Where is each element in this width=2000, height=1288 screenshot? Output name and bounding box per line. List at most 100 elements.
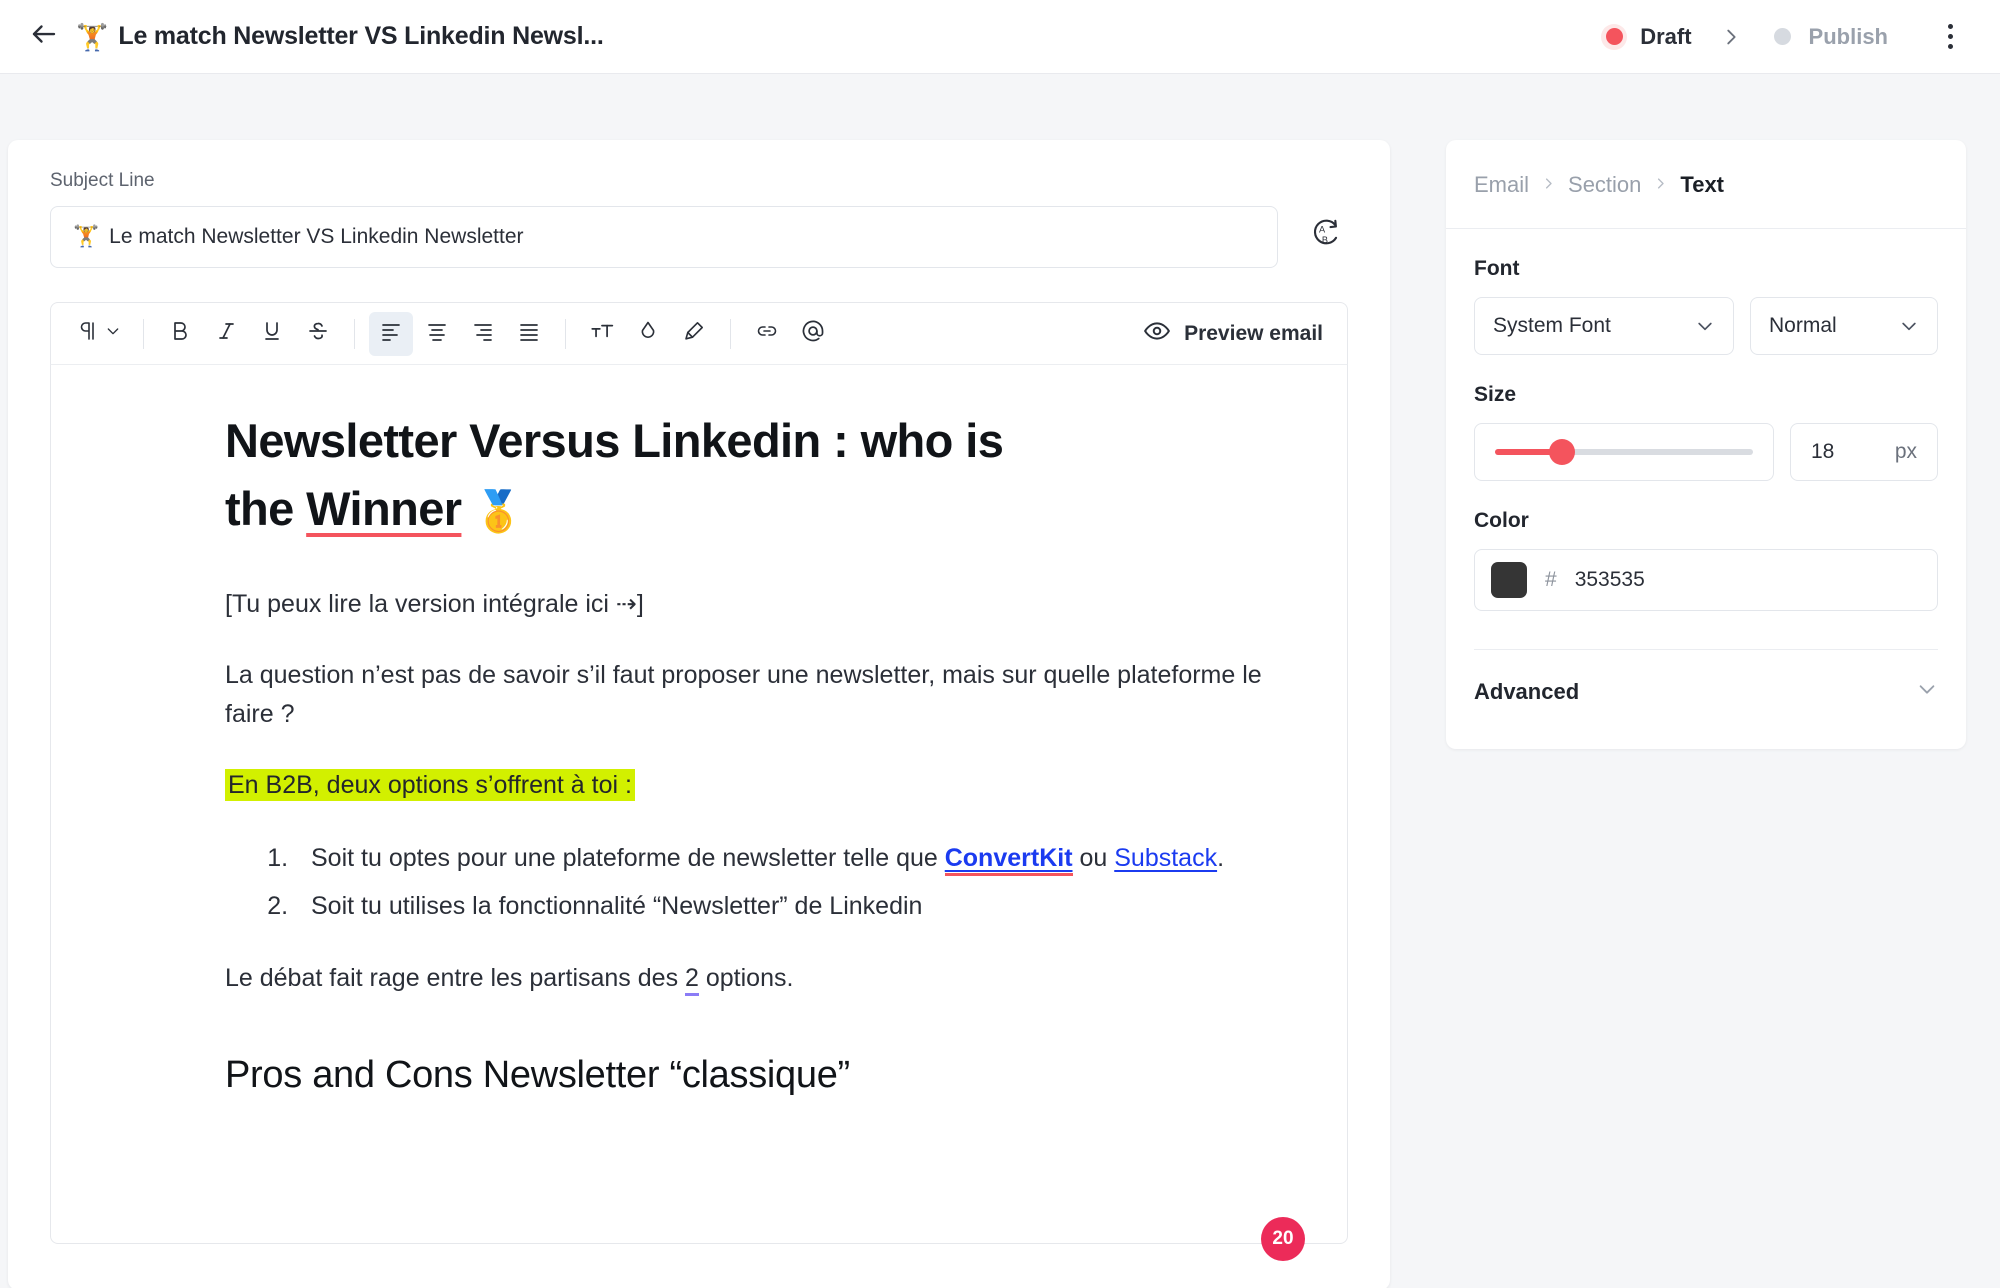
font-label: Font <box>1474 257 1520 280</box>
breadcrumb-item-section[interactable]: Section <box>1568 172 1641 198</box>
status-badge[interactable]: 20 <box>1261 1217 1305 1261</box>
link-icon <box>755 319 779 348</box>
underline-button[interactable] <box>250 312 294 356</box>
subject-line-area: Subject Line 🏋️ Le match Newsletter VS L… <box>8 140 1390 268</box>
workspace: Subject Line 🏋️ Le match Newsletter VS L… <box>0 74 2000 1288</box>
email-body-column: [Tu peux lire la version intégrale ici ⇢… <box>225 585 1285 998</box>
publish-status-label: Publish <box>1808 23 1888 49</box>
preview-email-button[interactable]: Preview email <box>1135 311 1331 357</box>
highlight-button[interactable] <box>672 312 716 356</box>
toolbar-divider <box>143 318 144 349</box>
font-size-value: 18 <box>1811 440 1835 463</box>
breadcrumb: Email Section Text <box>1446 140 1966 229</box>
arrow-left-icon <box>29 19 59 54</box>
substack-link[interactable]: Substack <box>1114 844 1217 872</box>
insert-link-button[interactable] <box>745 312 789 356</box>
publish-status-dot-icon <box>1770 24 1796 50</box>
chevron-down-icon <box>105 323 121 344</box>
mention-button[interactable] <box>791 312 835 356</box>
paragraph-2[interactable]: Le débat fait rage entre les partisans d… <box>225 959 1285 998</box>
color-hash-symbol: # <box>1545 568 1557 591</box>
underline-icon <box>260 319 284 348</box>
font-weight-select[interactable]: Normal <box>1750 297 1938 355</box>
font-family-select[interactable]: System Font <box>1474 297 1734 355</box>
email-body-canvas[interactable]: Newsletter Versus Linkedin : who is the … <box>50 364 1348 1261</box>
color-input[interactable]: # 353535 <box>1474 549 1938 611</box>
paragraph-style-button[interactable] <box>67 312 129 356</box>
paragraph-2-number: 2 <box>685 964 699 997</box>
chevron-right-icon <box>1541 175 1556 196</box>
paragraph-2-suffix: options. <box>698 964 794 993</box>
regenerate-subject-button[interactable]: A B <box>1300 213 1348 261</box>
text-color-button[interactable] <box>626 312 670 356</box>
font-size-slider[interactable] <box>1474 423 1774 481</box>
highlight-text: En B2B, deux options s’offrent à toi : <box>225 768 635 801</box>
align-right-icon <box>471 319 495 348</box>
page-title: Le match Newsletter VS Linkedin Newsl... <box>118 22 604 50</box>
breadcrumb-item-email[interactable]: Email <box>1474 172 1529 198</box>
chevron-down-icon <box>1695 316 1715 336</box>
chevron-down-icon <box>1916 678 1938 705</box>
strikethrough-button[interactable] <box>296 312 340 356</box>
align-center-button[interactable] <box>415 312 459 356</box>
list-item-1-middle: ou <box>1072 844 1115 873</box>
font-weight-value: Normal <box>1769 314 1837 337</box>
align-justify-icon <box>517 319 541 348</box>
toolbar-divider <box>565 318 566 349</box>
color-swatch[interactable] <box>1491 562 1527 598</box>
color-drop-icon <box>636 319 660 348</box>
status-publish-button[interactable]: Publish <box>1764 20 1894 54</box>
slider-thumb[interactable] <box>1549 439 1576 465</box>
preview-email-label: Preview email <box>1184 321 1323 345</box>
convertkit-link[interactable]: ConvertKit <box>944 844 1073 877</box>
color-label: Color <box>1474 509 1529 532</box>
align-justify-button[interactable] <box>507 312 551 356</box>
email-heading[interactable]: Newsletter Versus Linkedin : who is the … <box>225 407 1205 543</box>
properties-panel: Email Section Text Font System Font Norm… <box>1446 140 1966 749</box>
medal-emoji: 🥇 <box>473 490 524 535</box>
highlighter-icon <box>682 319 706 348</box>
advanced-section-toggle[interactable]: Advanced <box>1446 650 1966 705</box>
list-item-1-suffix: . <box>1217 844 1225 873</box>
paragraph-1[interactable]: La question n’est pas de savoir s’il fau… <box>225 656 1285 734</box>
italic-button[interactable] <box>204 312 248 356</box>
font-size-input[interactable]: 18 px <box>1790 423 1938 481</box>
paragraph-2-prefix: Le débat fait rage entre les partisans d… <box>225 964 686 993</box>
size-label: Size <box>1474 383 1517 406</box>
draft-status-label: Draft <box>1640 23 1692 49</box>
top-bar: 🏋️ Le match Newsletter VS Linkedin Newsl… <box>0 0 2000 74</box>
align-center-icon <box>425 319 449 348</box>
list-item[interactable]: Soit tu optes pour une plateforme de new… <box>295 840 1285 878</box>
subject-line-input[interactable]: 🏋️ Le match Newsletter VS Linkedin Newsl… <box>50 206 1278 268</box>
formatting-toolbar: Preview email <box>50 302 1348 364</box>
subject-line-value: Le match Newsletter VS Linkedin Newslett… <box>109 225 524 248</box>
status-draft-button[interactable]: Draft <box>1595 20 1697 54</box>
align-left-button[interactable] <box>369 311 413 356</box>
back-button[interactable] <box>22 15 66 59</box>
editor-card: Subject Line 🏋️ Le match Newsletter VS L… <box>8 140 1390 1288</box>
font-section: Font System Font Normal <box>1446 229 1966 355</box>
align-left-icon <box>379 319 403 348</box>
slider-track[interactable] <box>1495 439 1753 465</box>
svg-text:A: A <box>1319 224 1326 234</box>
at-mention-icon <box>800 318 826 349</box>
heading-underlined-word: Winner <box>306 482 462 536</box>
bold-button[interactable] <box>158 312 202 356</box>
more-options-button[interactable] <box>1928 15 1972 59</box>
document-emoji: 🏋️ <box>76 21 109 52</box>
font-size-button[interactable] <box>580 312 624 356</box>
list-item[interactable]: Soit tu utilises la fonctionnalité “News… <box>295 888 1285 926</box>
advanced-label: Advanced <box>1474 678 1580 704</box>
toolbar-divider <box>354 318 355 349</box>
highlighted-paragraph[interactable]: En B2B, deux options s’offrent à toi : <box>225 766 1285 805</box>
heading-line-1: Newsletter Versus Linkedin : who is <box>225 414 1004 467</box>
italic-icon <box>214 319 238 348</box>
subject-emoji: 🏋️ <box>73 225 100 248</box>
size-section: Size 18 px <box>1446 355 1966 481</box>
intro-paragraph[interactable]: [Tu peux lire la version intégrale ici ⇢… <box>225 585 1285 624</box>
email-subheading[interactable]: Pros and Cons Newsletter “classique” <box>225 1054 1303 1097</box>
draft-status-dot-icon <box>1601 23 1628 50</box>
ai-rewrite-icon: A B <box>1307 218 1341 257</box>
breadcrumb-item-text: Text <box>1680 172 1725 197</box>
align-right-button[interactable] <box>461 312 505 356</box>
